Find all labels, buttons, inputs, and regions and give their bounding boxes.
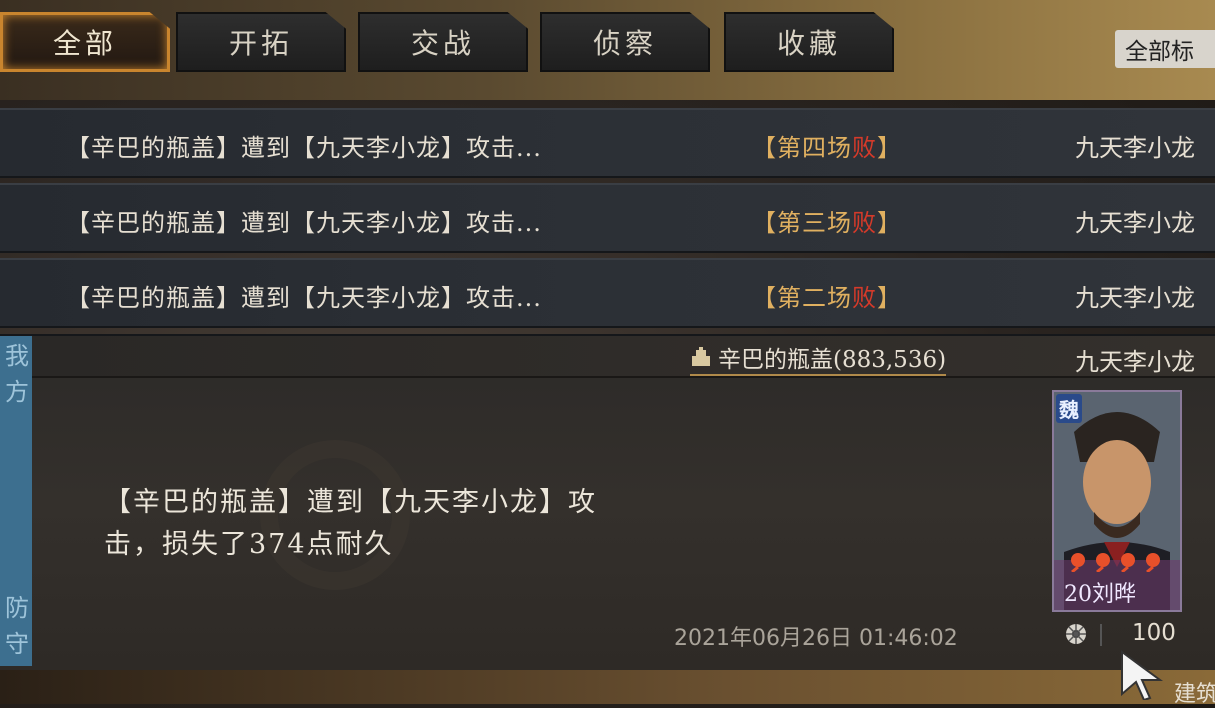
round-suffix: 】 <box>877 134 902 162</box>
cursor-icon <box>1121 650 1164 700</box>
hero-name: 20刘晔 <box>1064 582 1136 607</box>
divider <box>1100 624 1102 646</box>
target-location-link[interactable]: 辛巴的瓶盖(883,536) <box>690 340 947 376</box>
troop-icon <box>1066 624 1086 644</box>
star-icon <box>1121 553 1135 572</box>
report-description: 【辛巴的瓶盖】遭到【九天李小龙】攻击，损失了374点耐久 <box>104 487 597 560</box>
tab-all[interactable]: 全部 <box>0 12 170 72</box>
report-row[interactable]: 【辛巴的瓶盖】遭到【九天李小龙】攻击... 【第四场败】 九天李小龙 <box>0 108 1215 178</box>
round-label: 【第二场 <box>752 284 852 312</box>
report-attacker: 九天李小龙 <box>1075 284 1195 312</box>
hero-card[interactable]: 魏 20刘晔 <box>1052 390 1182 612</box>
side-label-ours: 我 方 <box>2 338 32 410</box>
tab-explore[interactable]: 开拓 <box>176 12 346 72</box>
star-icon <box>1096 553 1110 572</box>
bottom-label: 建筑 <box>1174 682 1215 707</box>
result-label: 败 <box>852 284 877 312</box>
report-round: 【第四场败】 <box>752 128 902 163</box>
tab-scout[interactable]: 侦察 <box>540 12 710 72</box>
star-icon <box>1071 553 1085 572</box>
detail-header <box>32 336 1215 378</box>
report-attacker: 九天李小龙 <box>1075 209 1195 237</box>
round-suffix: 】 <box>877 284 902 312</box>
side-char: 方 <box>5 378 29 406</box>
side-char: 守 <box>5 630 29 658</box>
faction-badge: 魏 <box>1056 394 1082 423</box>
castle-icon <box>690 346 712 368</box>
report-row[interactable]: 【辛巴的瓶盖】遭到【九天李小龙】攻击... 【第三场败】 九天李小龙 <box>0 183 1215 253</box>
side-char: 我 <box>5 342 29 370</box>
report-row[interactable]: 【辛巴的瓶盖】遭到【九天李小龙】攻击... 【第二场败】 九天李小龙 <box>0 258 1215 328</box>
side-char: 防 <box>5 594 29 622</box>
footer-background <box>0 668 1215 704</box>
round-label: 【第三场 <box>752 209 852 237</box>
troop-count: 100 <box>1132 620 1176 646</box>
round-label: 【第四场 <box>752 134 852 162</box>
report-timestamp: 2021年06月26日 01:46:02 <box>674 626 958 651</box>
result-label: 败 <box>852 209 877 237</box>
tab-battle[interactable]: 交战 <box>358 12 528 72</box>
tab-favorites[interactable]: 收藏 <box>724 12 894 72</box>
report-round: 【第三场败】 <box>752 203 902 238</box>
result-label: 败 <box>852 134 877 162</box>
round-suffix: 】 <box>877 209 902 237</box>
detail-attacker: 九天李小龙 <box>1075 348 1195 376</box>
report-attacker: 九天李小龙 <box>1075 134 1195 162</box>
report-message: 【辛巴的瓶盖】遭到【九天李小龙】攻击... <box>66 134 542 162</box>
star-icon <box>1146 553 1160 572</box>
filter-button[interactable]: 全部标 <box>1115 30 1215 68</box>
target-label: 辛巴的瓶盖(883,536) <box>718 347 947 373</box>
hero-stars <box>1066 552 1161 572</box>
report-message: 【辛巴的瓶盖】遭到【九天李小龙】攻击... <box>66 209 542 237</box>
report-message: 【辛巴的瓶盖】遭到【九天李小龙】攻击... <box>66 284 542 312</box>
side-label-defend: 防 守 <box>2 590 32 662</box>
report-round: 【第二场败】 <box>752 278 902 313</box>
